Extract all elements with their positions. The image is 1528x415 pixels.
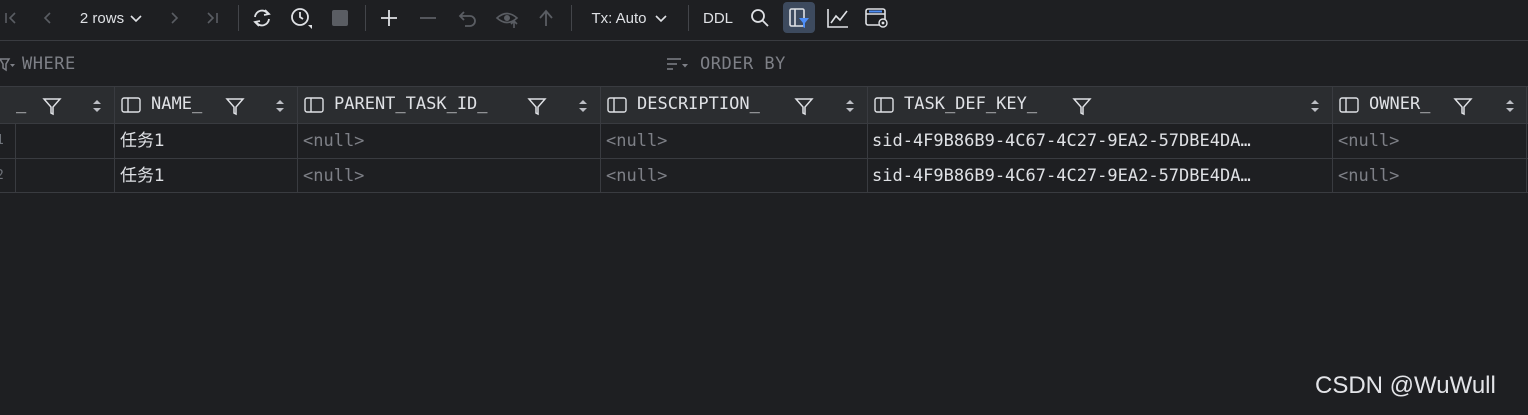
column-header[interactable]: PARENT_TASK_ID_ bbox=[298, 87, 599, 123]
sort-arrows-icon[interactable] bbox=[845, 98, 855, 114]
column-filter-icon[interactable] bbox=[794, 96, 814, 116]
column-header[interactable]: NAME_ bbox=[115, 87, 296, 123]
line-chart-icon bbox=[827, 9, 848, 28]
table-cell[interactable] bbox=[20, 159, 110, 193]
where-filter-input[interactable]: WHERE bbox=[22, 54, 76, 74]
toolbar-separator bbox=[238, 5, 239, 31]
previous-page-button[interactable] bbox=[36, 0, 60, 36]
column-icon bbox=[607, 97, 627, 113]
arrow-up-icon bbox=[539, 9, 553, 26]
toolbar-separator bbox=[571, 5, 572, 31]
column-name: DESCRIPTION_ bbox=[637, 94, 760, 114]
stop-icon bbox=[332, 10, 348, 26]
column-header[interactable]: TASK_DEF_KEY_ bbox=[868, 87, 1331, 123]
row-number: 1 bbox=[0, 124, 10, 158]
toolbar-separator bbox=[365, 5, 366, 31]
search-icon bbox=[751, 9, 769, 27]
ddl-button[interactable]: DDL bbox=[698, 0, 738, 36]
column-icon bbox=[121, 97, 141, 113]
table-cell[interactable]: <null> bbox=[303, 124, 595, 158]
column-name: PARENT_TASK_ID_ bbox=[334, 94, 488, 114]
toolbar: 2 rows Tx: Auto DDL bbox=[0, 0, 1528, 36]
column-filter-icon[interactable] bbox=[1453, 96, 1473, 116]
submit-button[interactable] bbox=[533, 0, 559, 36]
add-row-button[interactable] bbox=[376, 0, 402, 36]
filter-bar: WHERE ORDER BY bbox=[0, 44, 1528, 86]
order-by-input[interactable]: ORDER BY bbox=[700, 54, 786, 74]
column-filter-icon[interactable] bbox=[527, 96, 547, 116]
sort-arrows-icon[interactable] bbox=[1505, 98, 1515, 114]
chart-button[interactable] bbox=[824, 0, 852, 36]
view-mode-button[interactable] bbox=[863, 0, 891, 36]
sort-arrows-icon[interactable] bbox=[92, 98, 102, 114]
sort-arrows-icon[interactable] bbox=[275, 98, 285, 114]
column-name: NAME_ bbox=[151, 94, 203, 114]
tx-mode-label: Tx: Auto bbox=[591, 9, 647, 27]
chevron-right-icon bbox=[171, 12, 179, 24]
table-cell[interactable]: 任务1 bbox=[120, 124, 292, 158]
table-cell[interactable]: <null> bbox=[1338, 124, 1524, 158]
table-cell[interactable]: <null> bbox=[606, 159, 862, 193]
table-cell[interactable]: 任务1 bbox=[120, 159, 292, 193]
column-icon bbox=[304, 97, 324, 113]
plus-icon bbox=[381, 10, 397, 26]
column-name: OWNER_ bbox=[1369, 94, 1431, 114]
column-filter-icon[interactable] bbox=[42, 96, 62, 116]
table-cell[interactable] bbox=[20, 124, 110, 158]
table-view-icon bbox=[865, 8, 888, 28]
refresh-button[interactable] bbox=[248, 0, 276, 36]
watermark: CSDN @WuWull bbox=[1315, 372, 1496, 399]
last-page-icon bbox=[207, 12, 218, 24]
chevron-down-icon bbox=[654, 15, 667, 23]
search-button[interactable] bbox=[746, 0, 774, 36]
toolbar-separator bbox=[688, 5, 689, 31]
chevron-down-icon bbox=[130, 15, 142, 23]
next-page-button[interactable] bbox=[162, 0, 186, 36]
revert-button[interactable] bbox=[454, 0, 482, 36]
last-page-button[interactable] bbox=[199, 0, 225, 36]
column-icon bbox=[874, 97, 894, 113]
filter-icon bbox=[0, 58, 15, 72]
column-header[interactable]: OWNER_ bbox=[1333, 87, 1528, 123]
history-button[interactable] bbox=[287, 0, 315, 36]
column-name: TASK_DEF_KEY_ bbox=[904, 94, 1038, 114]
row-number: 2 bbox=[0, 159, 10, 193]
sort-arrows-icon[interactable] bbox=[1310, 98, 1320, 114]
column-header[interactable]: _ bbox=[0, 87, 114, 123]
sort-arrows-icon[interactable] bbox=[578, 98, 588, 114]
table-filter-icon bbox=[789, 8, 809, 28]
sort-icon bbox=[667, 58, 688, 70]
table-cell[interactable]: sid-4F9B86B9-4C67-4C27-9EA2-57DBE4DA… bbox=[872, 124, 1328, 158]
table-cell[interactable]: <null> bbox=[606, 124, 862, 158]
transaction-mode-selector[interactable]: Tx: Auto bbox=[584, 0, 676, 36]
undo-icon bbox=[458, 11, 476, 27]
rows-selector[interactable]: 2 rows bbox=[72, 0, 152, 36]
table-row[interactable]: 1 任务1 <null> <null> sid-4F9B86B9-4C67-4C… bbox=[0, 124, 1528, 158]
table-cell[interactable]: <null> bbox=[303, 159, 595, 193]
eye-upload-icon bbox=[495, 12, 519, 28]
column-header[interactable]: DESCRIPTION_ bbox=[601, 87, 866, 123]
toolbar-divider bbox=[0, 40, 1528, 41]
first-page-icon bbox=[5, 12, 16, 24]
table-cell[interactable]: sid-4F9B86B9-4C67-4C27-9EA2-57DBE4DA… bbox=[872, 159, 1328, 193]
column-icon bbox=[1339, 97, 1359, 113]
first-page-button[interactable] bbox=[0, 0, 22, 36]
table-cell[interactable]: <null> bbox=[1338, 159, 1524, 193]
table-row[interactable]: 2 任务1 <null> <null> sid-4F9B86B9-4C67-4C… bbox=[0, 159, 1528, 193]
rows-count-label: 2 rows bbox=[79, 9, 125, 27]
table-header: _ NAME_ PARENT_TASK_ID_ DESCRIPTION_ TAS… bbox=[0, 87, 1528, 123]
row-divider bbox=[0, 192, 1528, 193]
stop-button[interactable] bbox=[328, 0, 352, 36]
column-filter-icon[interactable] bbox=[225, 96, 245, 116]
preview-changes-button[interactable] bbox=[493, 0, 523, 36]
refresh-icon bbox=[253, 9, 271, 27]
delete-row-button[interactable] bbox=[415, 0, 441, 36]
column-name: _ bbox=[16, 94, 27, 114]
minus-icon bbox=[420, 17, 436, 19]
ddl-label: DDL bbox=[702, 9, 733, 27]
column-filter-icon[interactable] bbox=[1072, 96, 1092, 116]
filter-toggle-button[interactable] bbox=[783, 0, 815, 36]
chevron-left-icon bbox=[43, 12, 51, 24]
clock-icon bbox=[291, 8, 312, 29]
